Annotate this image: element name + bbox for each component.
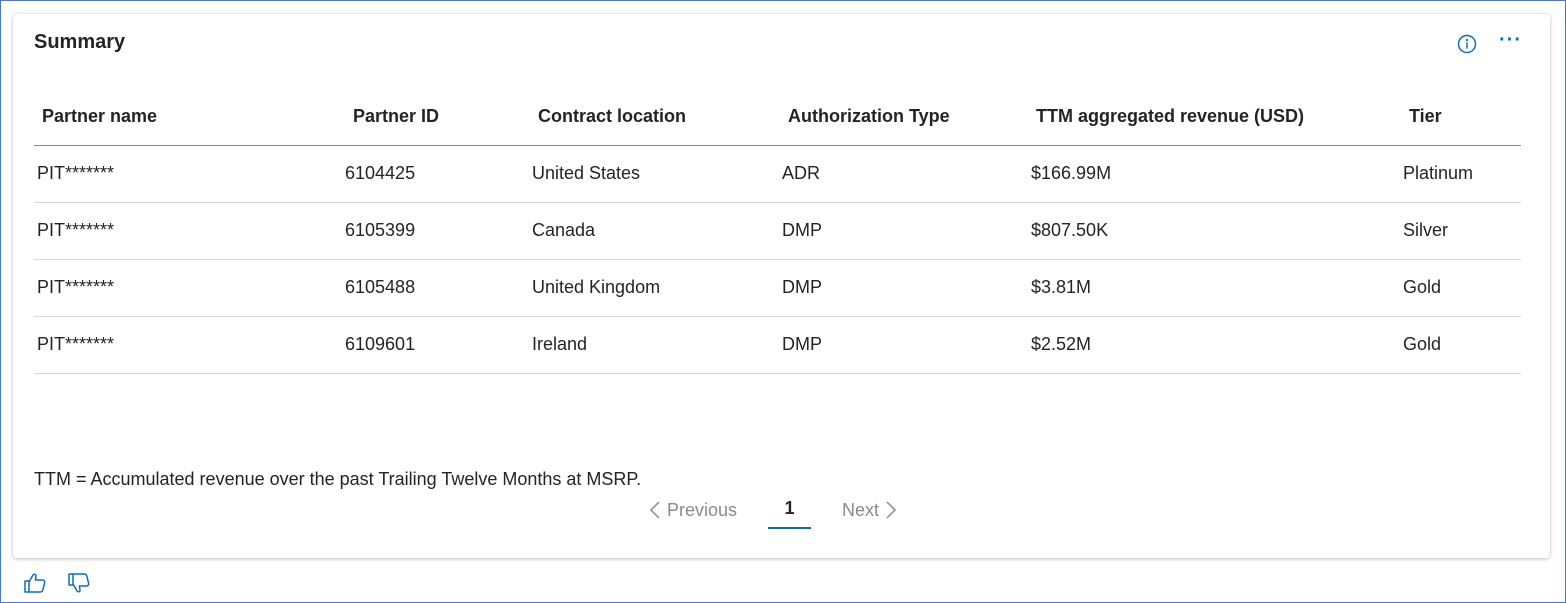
cell-contract-location: United Kingdom (532, 259, 782, 317)
table-row: PIT******* 6109601 Ireland DMP $2.52M Go… (34, 316, 1521, 374)
chevron-left-icon (649, 500, 661, 520)
ttm-footnote: TTM = Accumulated revenue over the past … (34, 469, 642, 489)
table-header-row: Partner name Partner ID Contract locatio… (34, 88, 1521, 146)
cell-contract-location: United States (532, 145, 782, 203)
card-actions: ··· (1457, 30, 1522, 54)
cell-authorization-type: DMP (782, 259, 1031, 317)
cell-partner-name: PIT******* (34, 316, 345, 374)
cell-partner-name: PIT******* (34, 145, 345, 203)
cell-contract-location: Ireland (532, 316, 782, 374)
previous-page-button[interactable]: Previous (649, 500, 737, 521)
column-header-partner-name[interactable]: Partner name (34, 88, 345, 146)
cell-authorization-type: DMP (782, 202, 1031, 260)
cell-partner-id: 6105488 (345, 259, 532, 317)
summary-table: Partner name Partner ID Contract locatio… (34, 88, 1521, 374)
cell-tier: Silver (1403, 202, 1521, 260)
cell-contract-location: Canada (532, 202, 782, 260)
card-title: Summary (34, 31, 126, 53)
info-icon[interactable] (1457, 34, 1477, 54)
cell-authorization-type: DMP (782, 316, 1031, 374)
window-frame: Summary ··· Partner name Partner ID Cont… (0, 0, 1566, 603)
feedback-bar (23, 572, 91, 594)
chevron-right-icon (885, 500, 897, 520)
column-header-tier[interactable]: Tier (1403, 88, 1521, 146)
cell-partner-name: PIT******* (34, 259, 345, 317)
cell-tier: Platinum (1403, 145, 1521, 203)
table-row: PIT******* 6104425 United States ADR $16… (34, 145, 1521, 203)
column-header-authorization-type[interactable]: Authorization Type (782, 88, 1031, 146)
column-header-ttm-revenue[interactable]: TTM aggregated revenue (USD) (1031, 88, 1403, 146)
column-header-partner-id[interactable]: Partner ID (345, 88, 532, 146)
cell-partner-id: 6104425 (345, 145, 532, 203)
cell-partner-name: PIT******* (34, 202, 345, 260)
summary-card: Summary ··· Partner name Partner ID Cont… (13, 14, 1550, 558)
previous-label: Previous (667, 499, 738, 520)
cell-ttm-revenue: $807.50K (1031, 202, 1403, 260)
table-row: PIT******* 6105488 United Kingdom DMP $3… (34, 259, 1521, 317)
cell-partner-id: 6109601 (345, 316, 532, 374)
pagination: Previous 1 Next (649, 492, 897, 529)
cell-authorization-type: ADR (782, 145, 1031, 203)
table-row: PIT******* 6105399 Canada DMP $807.50K S… (34, 202, 1521, 260)
more-options-icon[interactable]: ··· (1499, 30, 1522, 50)
page-number-current[interactable]: 1 (768, 498, 812, 529)
thumbs-up-icon[interactable] (23, 572, 47, 594)
cell-ttm-revenue: $3.81M (1031, 259, 1403, 317)
cell-ttm-revenue: $166.99M (1031, 145, 1403, 203)
cell-tier: Gold (1403, 316, 1521, 374)
cell-partner-id: 6105399 (345, 202, 532, 260)
cell-tier: Gold (1403, 259, 1521, 317)
thumbs-down-icon[interactable] (67, 572, 91, 594)
next-label: Next (842, 499, 880, 520)
column-header-contract-location[interactable]: Contract location (532, 88, 782, 146)
cell-ttm-revenue: $2.52M (1031, 316, 1403, 374)
next-page-button[interactable]: Next (842, 500, 897, 521)
